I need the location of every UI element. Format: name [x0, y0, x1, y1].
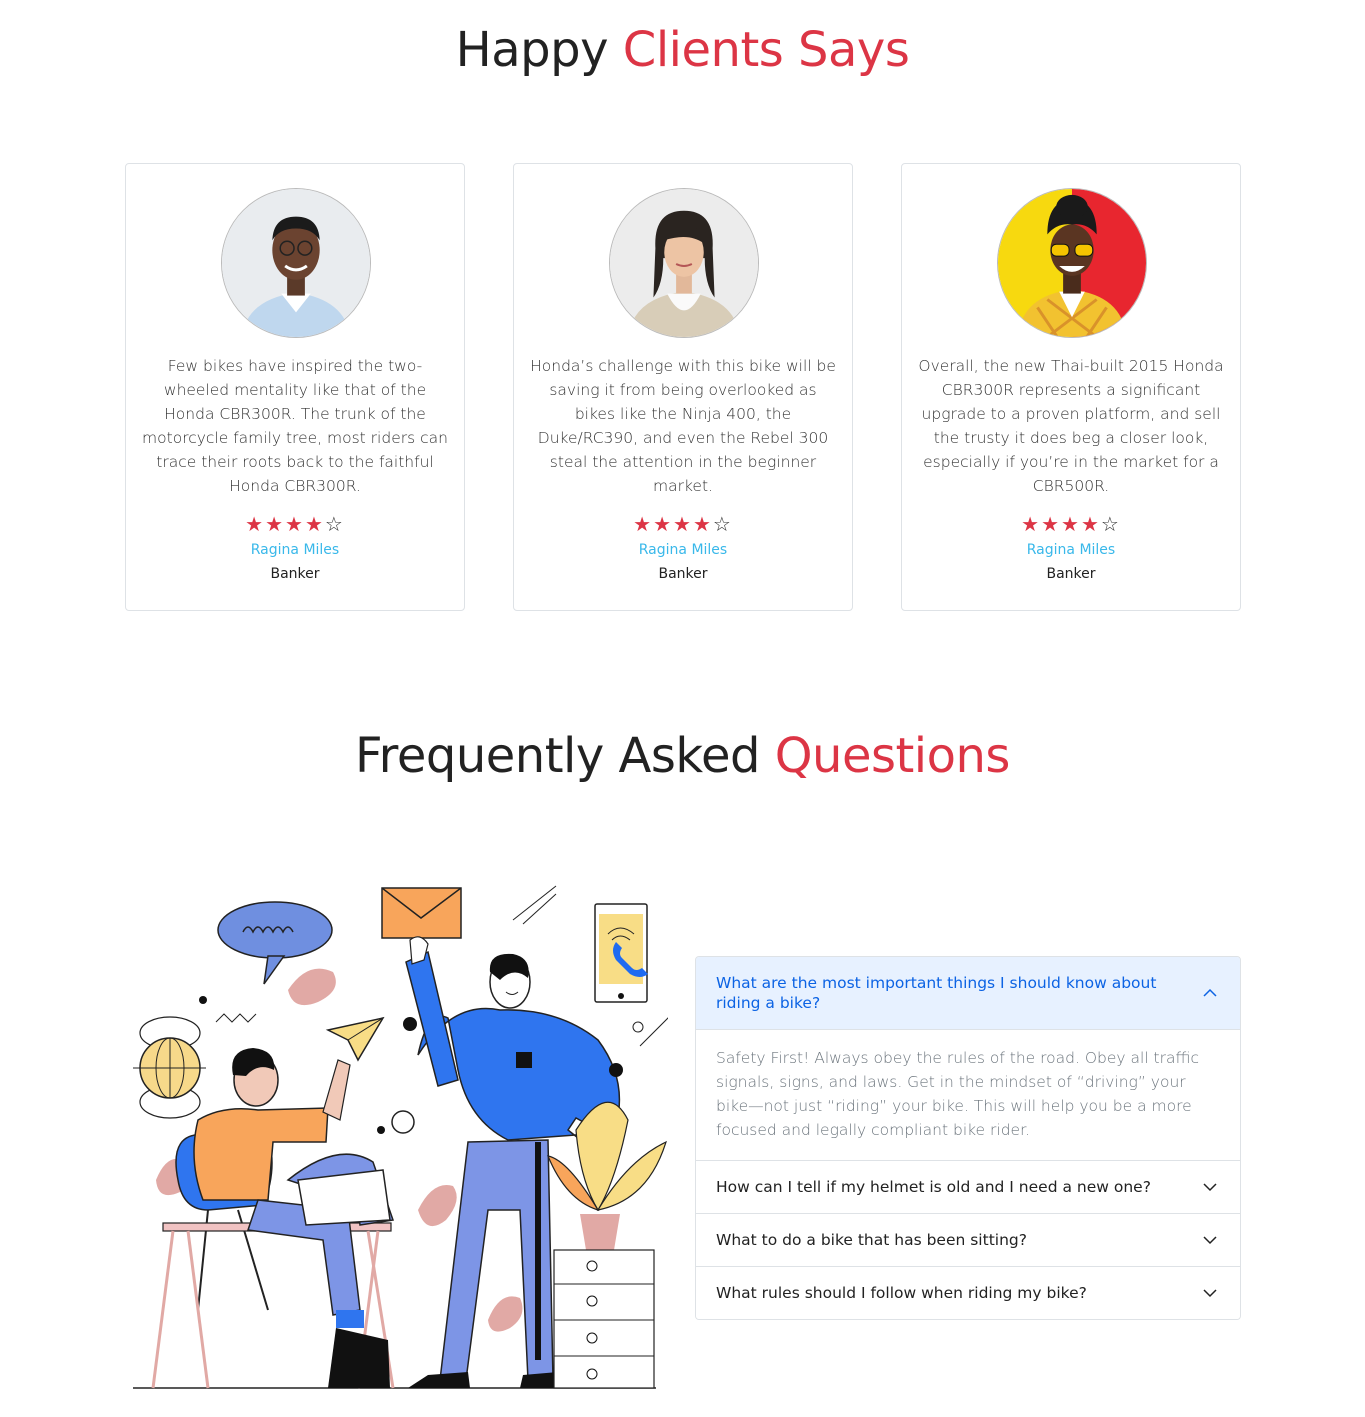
- faq-title-accent: Questions: [774, 728, 1011, 784]
- testimonials-title-main: Happy: [455, 22, 609, 78]
- faq-item: How can I tell if my helmet is old and I…: [696, 1160, 1240, 1213]
- rating-stars: ★★★★☆: [126, 514, 464, 536]
- testimonial-card: Overall, the new Thai-built 2015 Honda C…: [901, 163, 1241, 611]
- testimonial-card: Few bikes have inspired the two-wheeled …: [125, 163, 465, 611]
- testimonials-title-accent: Clients Says: [622, 22, 910, 78]
- rating-stars: ★★★★☆: [514, 514, 852, 536]
- testimonial-card: Honda’s challenge with this bike will be…: [513, 163, 853, 611]
- chevron-up-icon: [1203, 988, 1217, 997]
- client-name: Ragina Miles: [250, 542, 340, 558]
- avatar: [609, 188, 759, 338]
- chevron-down-icon: [1203, 1289, 1217, 1298]
- faq-item: What to do a bike that has been sitting?: [696, 1213, 1240, 1266]
- client-name: Ragina Miles: [1026, 542, 1116, 558]
- rating-stars: ★★★★☆: [902, 514, 1240, 536]
- faq-question-button[interactable]: What are the most important things I sho…: [696, 957, 1240, 1030]
- client-name: Ragina Miles: [638, 542, 728, 558]
- faq-item: What rules should I follow when riding m…: [696, 1266, 1240, 1319]
- faq-illustration: [128, 880, 671, 1392]
- client-role: Banker: [658, 566, 708, 582]
- testimonial-cards: Few bikes have inspired the two-wheeled …: [125, 163, 1241, 611]
- star-icon: ★: [1080, 514, 1101, 536]
- avatar: [221, 188, 371, 338]
- star-icon: ★: [1021, 514, 1042, 536]
- faq-question: How can I tell if my helmet is old and I…: [716, 1178, 1151, 1196]
- faq-item: What are the most important things I sho…: [696, 957, 1240, 1160]
- faq-accordion: What are the most important things I sho…: [695, 956, 1241, 1320]
- faq-title: Frequently Asked Questions: [0, 728, 1365, 784]
- star-outline-icon: ☆: [1100, 514, 1121, 536]
- faq-question-button[interactable]: What rules should I follow when riding m…: [696, 1267, 1240, 1319]
- avatar: [997, 188, 1147, 338]
- star-outline-icon: ☆: [324, 514, 345, 536]
- chevron-down-icon: [1203, 1236, 1217, 1245]
- faq-question-button[interactable]: How can I tell if my helmet is old and I…: [696, 1161, 1240, 1213]
- star-outline-icon: ☆: [712, 514, 733, 536]
- chevron-down-icon: [1203, 1183, 1217, 1192]
- client-role: Banker: [270, 566, 320, 582]
- star-icon: ★: [692, 514, 713, 536]
- star-icon: ★: [265, 514, 286, 536]
- star-icon: ★: [285, 514, 305, 536]
- star-icon: ★: [304, 514, 325, 536]
- faq-question-button[interactable]: What to do a bike that has been sitting?: [696, 1214, 1240, 1266]
- faq-question: What rules should I follow when riding m…: [716, 1284, 1087, 1302]
- testimonial-quote: Overall, the new Thai-built 2015 Honda C…: [918, 357, 1224, 495]
- faq-question: What to do a bike that has been sitting?: [716, 1231, 1027, 1249]
- testimonial-quote: Honda’s challenge with this bike will be…: [530, 357, 836, 495]
- star-icon: ★: [653, 514, 674, 536]
- star-icon: ★: [673, 514, 693, 536]
- star-icon: ★: [1041, 514, 1062, 536]
- faq-answer: Safety First! Always obey the rules of t…: [716, 1049, 1199, 1139]
- faq-question: What are the most important things I sho…: [716, 974, 1157, 1012]
- star-icon: ★: [245, 514, 266, 536]
- star-icon: ★: [633, 514, 654, 536]
- faq-title-main: Frequently Asked: [355, 728, 760, 784]
- client-role: Banker: [1046, 566, 1096, 582]
- testimonials-title: Happy Clients Says: [0, 22, 1365, 78]
- star-icon: ★: [1061, 514, 1081, 536]
- testimonial-quote: Few bikes have inspired the two-wheeled …: [142, 357, 448, 495]
